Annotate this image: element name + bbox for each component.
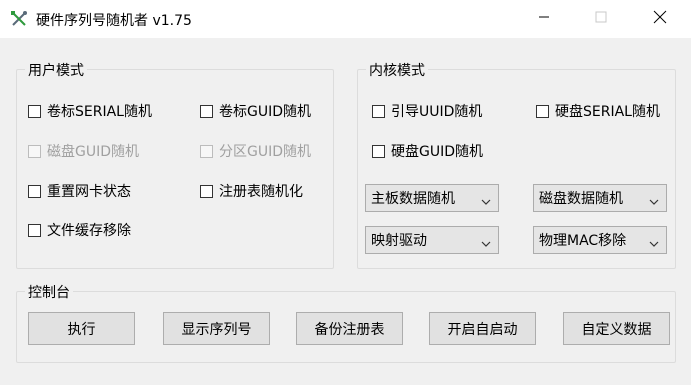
minimize-icon — [538, 11, 550, 27]
checkbox-label: 重置网卡状态 — [47, 184, 131, 200]
checkbox-label: 引导UUID随机 — [391, 104, 483, 120]
chevron-down-icon — [481, 194, 491, 205]
window-title: 硬件序列号随机者 v1.75 — [36, 13, 192, 29]
checkbox-volume-guid[interactable]: 卷标GUID随机 — [200, 101, 311, 121]
combo-value: 主板数据随机 — [371, 191, 455, 207]
checkbox-box — [200, 144, 213, 158]
combo-mac-remove[interactable]: 物理MAC移除 — [533, 226, 667, 254]
combo-motherboard[interactable]: 主板数据随机 — [365, 184, 499, 212]
maximize-button[interactable] — [578, 0, 624, 38]
kernel-mode-title: 内核模式 — [366, 60, 428, 80]
checkbox-disk-serial[interactable]: 硬盘SERIAL随机 — [536, 101, 660, 121]
checkbox-label: 硬盘SERIAL随机 — [555, 104, 660, 120]
chevron-down-icon — [481, 236, 491, 247]
combo-map-driver[interactable]: 映射驱动 — [365, 226, 499, 254]
autostart-button[interactable]: 开启自启动 — [429, 312, 536, 345]
close-icon — [653, 10, 667, 28]
checkbox-disk-guid: 磁盘GUID随机 — [28, 141, 139, 161]
checkbox-box[interactable] — [372, 144, 385, 158]
checkbox-label: 注册表随机化 — [219, 184, 303, 200]
chevron-down-icon — [649, 236, 659, 247]
checkbox-disk-guid-kernel[interactable]: 硬盘GUID随机 — [372, 141, 483, 161]
crossed-tools-icon — [10, 10, 28, 28]
checkbox-label: 卷标GUID随机 — [219, 104, 312, 120]
minimize-button[interactable] — [521, 0, 567, 38]
title-bar: 硬件序列号随机者 v1.75 — [0, 0, 691, 38]
combo-value: 磁盘数据随机 — [539, 191, 623, 207]
checkbox-registry-random[interactable]: 注册表随机化 — [200, 181, 303, 201]
checkbox-volume-serial[interactable]: 卷标SERIAL随机 — [28, 101, 152, 121]
checkbox-box[interactable] — [28, 104, 41, 118]
backup-registry-button[interactable]: 备份注册表 — [296, 312, 403, 345]
checkbox-partition-guid: 分区GUID随机 — [200, 141, 311, 161]
checkbox-label: 硬盘GUID随机 — [391, 144, 484, 160]
checkbox-box[interactable] — [28, 184, 41, 198]
user-mode-title: 用户模式 — [25, 60, 87, 80]
close-button[interactable] — [637, 0, 683, 38]
custom-data-button[interactable]: 自定义数据 — [563, 312, 670, 345]
checkbox-file-cache-remove[interactable]: 文件缓存移除 — [28, 220, 131, 240]
combo-disk-data[interactable]: 磁盘数据随机 — [533, 184, 667, 212]
chevron-down-icon — [649, 194, 659, 205]
maximize-icon — [595, 11, 607, 27]
checkbox-label: 卷标SERIAL随机 — [47, 104, 152, 120]
checkbox-box[interactable] — [200, 104, 213, 118]
checkbox-reset-nic[interactable]: 重置网卡状态 — [28, 181, 131, 201]
checkbox-box[interactable] — [200, 184, 213, 198]
checkbox-boot-uuid[interactable]: 引导UUID随机 — [372, 101, 482, 121]
show-serial-button[interactable]: 显示序列号 — [163, 312, 270, 345]
checkbox-label: 文件缓存移除 — [47, 223, 131, 239]
combo-value: 物理MAC移除 — [539, 233, 627, 249]
checkbox-label: 分区GUID随机 — [219, 144, 312, 160]
checkbox-box — [28, 144, 41, 158]
execute-button[interactable]: 执行 — [28, 312, 135, 345]
checkbox-box[interactable] — [372, 104, 385, 118]
checkbox-label: 磁盘GUID随机 — [47, 144, 140, 160]
checkbox-box[interactable] — [536, 104, 549, 118]
checkbox-box[interactable] — [28, 223, 41, 237]
combo-value: 映射驱动 — [371, 233, 427, 249]
console-title: 控制台 — [25, 282, 73, 302]
